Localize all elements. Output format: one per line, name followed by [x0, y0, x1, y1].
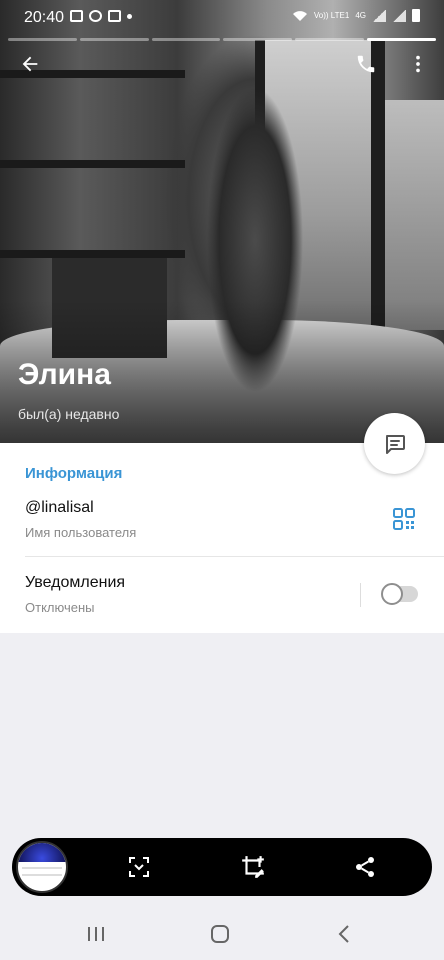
message-icon [385, 434, 405, 454]
divider [25, 556, 444, 557]
story-progress [8, 38, 436, 41]
back-button[interactable] [10, 44, 50, 84]
more-vertical-icon [416, 55, 420, 73]
recents-icon [88, 927, 104, 941]
story-segment-active [367, 38, 436, 41]
call-button[interactable] [346, 44, 386, 84]
whatsapp-icon [89, 10, 102, 22]
story-segment [151, 38, 221, 41]
notifications-toggle[interactable] [381, 583, 418, 605]
photo-shelf [0, 250, 185, 258]
photo-shelf [0, 160, 185, 168]
home-button[interactable] [208, 922, 232, 946]
notifications-label[interactable]: Уведомления [25, 574, 125, 592]
signal-icon [372, 9, 386, 22]
qr-code-icon [393, 508, 415, 530]
message-button[interactable] [364, 413, 425, 474]
status-right: Vo)) LTE1 4G [292, 9, 420, 22]
phone-icon [357, 55, 375, 73]
story-segment [295, 38, 365, 41]
nav-back-button[interactable] [332, 922, 356, 946]
thumbnail-line [22, 867, 62, 870]
username-caption: Имя пользователя [25, 525, 137, 540]
battery-icon [412, 9, 420, 22]
home-icon [211, 925, 229, 943]
recents-button[interactable] [84, 922, 108, 946]
profile-name: Элина [18, 358, 111, 391]
photo-window [385, 100, 444, 330]
wifi-icon [292, 10, 307, 21]
gallery-icon [70, 10, 83, 22]
scan-button[interactable] [124, 852, 154, 882]
username[interactable]: @linalisal [25, 499, 94, 517]
qr-code-button[interactable] [392, 507, 416, 531]
crop-edit-icon [242, 856, 264, 878]
share-icon [356, 857, 374, 877]
profile-last-seen: был(а) недавно [18, 406, 120, 422]
more-button[interactable] [398, 44, 438, 84]
network-label: Vo)) LTE1 [313, 10, 350, 20]
notification-icons [70, 10, 132, 22]
signal-icon [392, 9, 406, 22]
info-card: Информация @linalisal Имя пользователя У… [0, 443, 444, 633]
vertical-divider [360, 583, 361, 607]
story-segment [8, 38, 77, 41]
story-segment [223, 38, 293, 41]
screenshot-thumbnail[interactable] [16, 841, 68, 893]
section-title: Информация [25, 465, 123, 482]
crop-edit-button[interactable] [238, 852, 268, 882]
thumbnail-line [22, 874, 62, 877]
notifications-status: Отключены [25, 600, 95, 615]
thumbnail-image [18, 843, 66, 863]
screenshot-toolbar [12, 838, 432, 896]
share-button[interactable] [350, 852, 380, 882]
navigation-bar [0, 908, 444, 960]
status-bar: 20:40 Vo)) LTE1 4G [0, 0, 444, 36]
status-time: 20:40 [24, 9, 65, 26]
scan-icon [129, 857, 149, 877]
toggle-knob [381, 583, 403, 605]
more-notifications-icon [127, 13, 132, 19]
chevron-left-icon [338, 925, 349, 943]
chat-icon [108, 10, 121, 22]
network-type: 4G [355, 10, 366, 20]
story-segment [79, 38, 149, 41]
arrow-left-icon [22, 56, 38, 72]
